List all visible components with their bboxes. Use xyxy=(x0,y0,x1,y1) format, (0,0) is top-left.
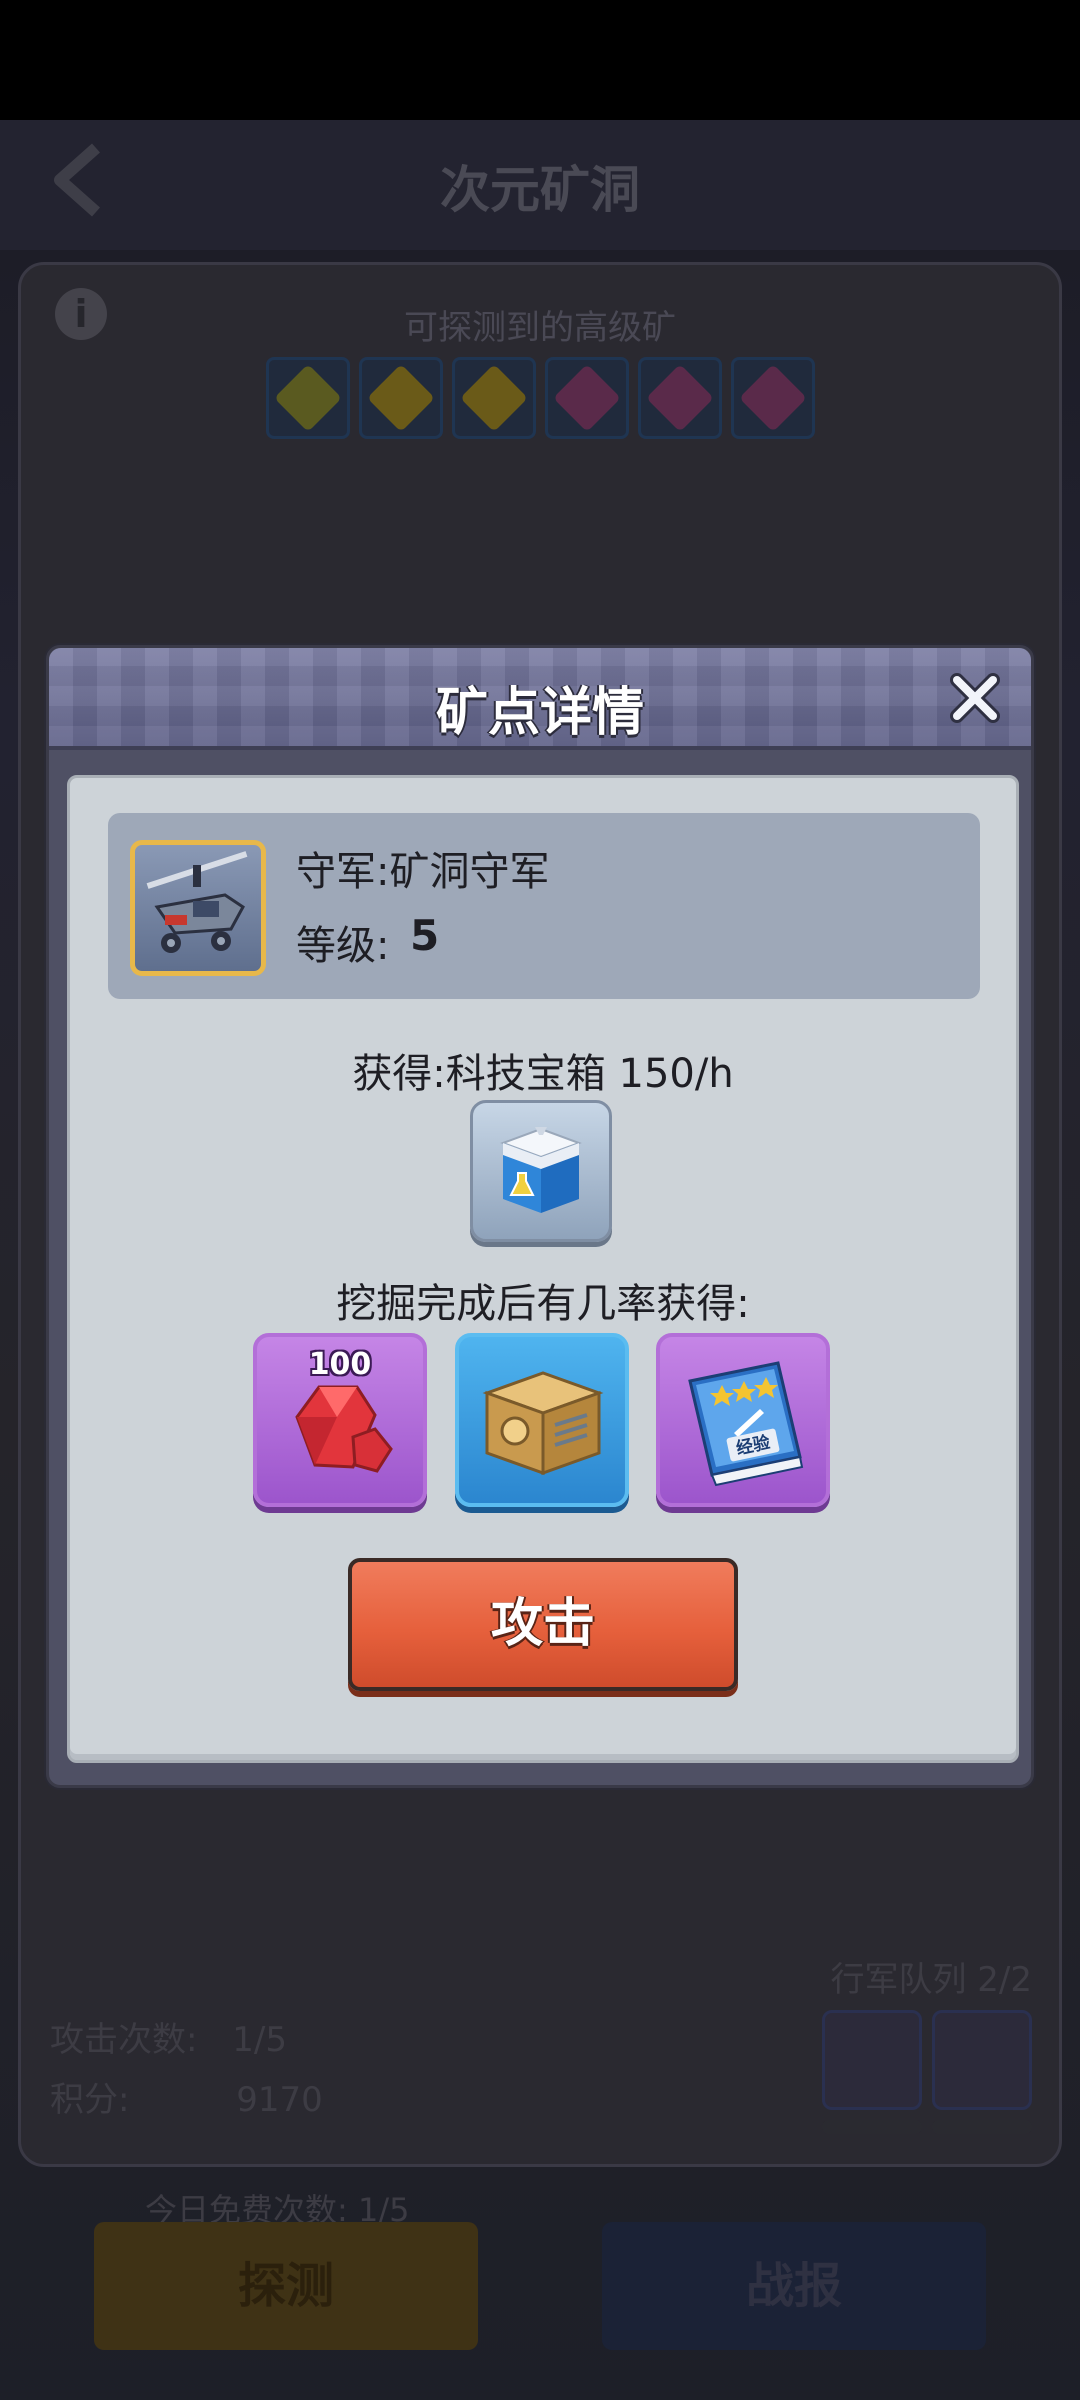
ore-slots xyxy=(266,357,815,439)
march-queue-label: 行军队列 2/2 xyxy=(830,1960,1032,2000)
mine-detail-dialog: 矿点详情 守军:矿洞守军 等级: 5 获得:科技宝箱 150/h 挖掘完成后有几… xyxy=(46,645,1034,1788)
attack-count-label: 攻击次数: xyxy=(50,2020,198,2060)
ore-slot xyxy=(359,357,443,439)
attack-count-value: 1/5 xyxy=(232,2020,287,2060)
march-slot[interactable] xyxy=(822,2010,922,2110)
ore-slot xyxy=(638,357,722,439)
guard-level-value: 5 xyxy=(410,911,440,960)
report-button[interactable]: 战报 xyxy=(602,2222,986,2350)
guard-name: 守军:矿洞守军 xyxy=(296,849,550,895)
attack-count: 攻击次数: 1/5 xyxy=(50,2012,287,2061)
march-progress-bar xyxy=(932,2120,1032,2134)
score: 积分: 9170 xyxy=(50,2072,323,2121)
supply-crate-icon xyxy=(482,1371,604,1476)
dialog-title: 矿点详情 xyxy=(435,683,644,743)
reward-crate[interactable] xyxy=(455,1333,629,1507)
tech-chest-graphic xyxy=(500,1127,582,1213)
guard-avatar xyxy=(130,840,266,976)
obtain-text: 获得:科技宝箱 150/h xyxy=(352,1051,734,1097)
reward-gem[interactable]: 100 xyxy=(253,1333,427,1507)
ore-slot xyxy=(452,357,536,439)
exp-book-icon: 经验 xyxy=(688,1361,804,1487)
reward-quantity: 100 xyxy=(308,1347,372,1382)
ore-slot xyxy=(545,357,629,439)
guard-level-label: 等级: xyxy=(296,923,390,969)
guard-card: 守军:矿洞守军 等级: 5 xyxy=(108,813,980,999)
detect-button[interactable]: 探测 xyxy=(94,2222,478,2350)
ore-slot xyxy=(731,357,815,439)
attack-button[interactable]: 攻击 xyxy=(348,1558,738,1691)
close-icon[interactable] xyxy=(947,670,1003,726)
score-label: 积分: xyxy=(50,2080,130,2120)
page-title: 次元矿洞 xyxy=(440,161,640,219)
reward-exp-book[interactable]: 经验 xyxy=(656,1333,830,1507)
dialog-header: 矿点详情 xyxy=(49,648,1031,750)
helicopter-icon xyxy=(146,851,248,953)
march-slot[interactable] xyxy=(932,2010,1032,2110)
march-progress-bar xyxy=(822,2120,922,2134)
chance-text: 挖掘完成后有几率获得: xyxy=(336,1281,750,1327)
ore-caption: 可探测到的高级矿 xyxy=(404,308,676,348)
tech-chest-icon[interactable] xyxy=(470,1100,612,1242)
dialog-body: 守军:矿洞守军 等级: 5 获得:科技宝箱 150/h 挖掘完成后有几率获得: xyxy=(67,775,1019,1763)
score-value: 9170 xyxy=(236,2080,323,2120)
ore-slot xyxy=(266,357,350,439)
status-bar xyxy=(0,0,1080,120)
